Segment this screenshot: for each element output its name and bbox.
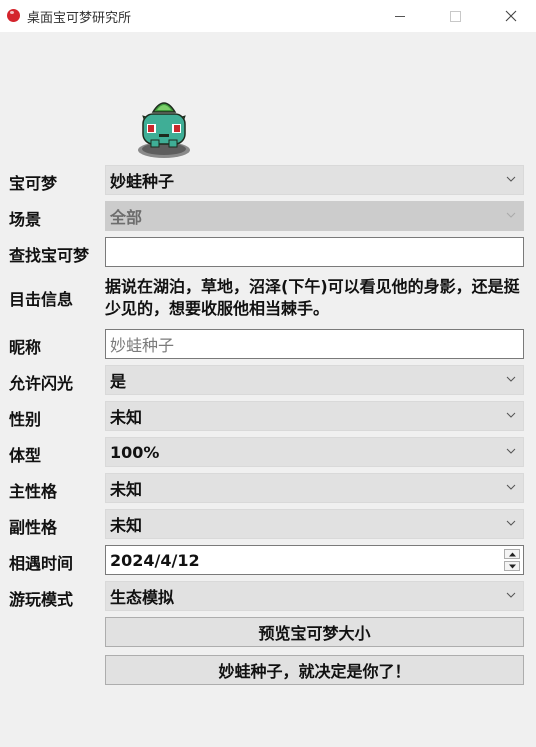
sighting-label: 目击信息 <box>9 290 74 309</box>
shiny-select-value: 是 <box>110 372 127 391</box>
window-title: 桌面宝可梦研究所 <box>27 11 132 26</box>
minimize-icon <box>395 15 405 17</box>
shiny-select[interactable]: 是 <box>105 365 524 395</box>
maximize-icon <box>449 10 461 22</box>
sighting-info-text: 据说在湖泊，草地，沼泽(下午)可以看见他的身影，还是挺少见的，想要收服他相当棘手… <box>105 277 520 318</box>
search-label: 查找宝可梦 <box>9 246 90 265</box>
nickname-label: 昵称 <box>9 338 42 357</box>
close-icon <box>505 10 517 22</box>
encounter-date-picker[interactable]: 2024/4/12 <box>105 545 524 575</box>
chevron-down-icon <box>506 412 516 418</box>
bulbasaur-sprite-icon <box>138 102 190 158</box>
pokemon-label: 宝可梦 <box>9 174 58 193</box>
sub-nature-select-value: 未知 <box>110 516 143 535</box>
scene-select-value: 全部 <box>110 208 143 227</box>
pokeball-icon <box>7 9 20 22</box>
sub-nature-label: 副性格 <box>9 518 58 537</box>
title-bar: 桌面宝可梦研究所 <box>0 0 536 32</box>
gender-select-value: 未知 <box>110 408 143 427</box>
preview-size-button[interactable]: 预览宝可梦大小 <box>105 617 524 647</box>
nickname-input-value: 妙蛙种子 <box>110 336 175 355</box>
scene-label: 场景 <box>9 210 42 229</box>
nickname-input[interactable]: 妙蛙种子 <box>105 329 524 359</box>
size-select-value: 100% <box>110 442 160 462</box>
encounter-date-value: 2024/4/12 <box>110 550 200 570</box>
spin-down-button[interactable] <box>504 561 520 571</box>
chevron-down-icon <box>506 212 516 218</box>
pokemon-select[interactable]: 妙蛙种子 <box>105 165 524 195</box>
minimize-button[interactable] <box>377 0 423 32</box>
date-spinner[interactable] <box>504 549 520 571</box>
sub-nature-select[interactable]: 未知 <box>105 509 524 539</box>
chevron-down-icon <box>506 176 516 182</box>
chevron-down-icon <box>506 520 516 526</box>
main-nature-label: 主性格 <box>9 482 58 501</box>
arrow-down-icon <box>508 564 516 568</box>
play-mode-label: 游玩模式 <box>9 590 74 609</box>
gender-select[interactable]: 未知 <box>105 401 524 431</box>
encounter-time-label: 相遇时间 <box>9 554 74 573</box>
chevron-down-icon <box>506 592 516 598</box>
play-mode-select-value: 生态模拟 <box>110 588 175 607</box>
main-nature-select-value: 未知 <box>110 480 143 499</box>
spin-up-button[interactable] <box>504 549 520 559</box>
chevron-down-icon <box>506 448 516 454</box>
choose-pokemon-button[interactable]: 妙蛙种子，就决定是你了！ <box>105 655 524 685</box>
arrow-up-icon <box>508 552 516 556</box>
close-button[interactable] <box>488 0 534 32</box>
chevron-down-icon <box>506 484 516 490</box>
main-nature-select[interactable]: 未知 <box>105 473 524 503</box>
play-mode-select[interactable]: 生态模拟 <box>105 581 524 611</box>
search-input[interactable] <box>105 237 524 267</box>
chevron-down-icon <box>506 376 516 382</box>
gender-label: 性别 <box>9 410 42 429</box>
maximize-button[interactable] <box>432 0 478 32</box>
scene-select: 全部 <box>105 201 524 231</box>
size-select[interactable]: 100% <box>105 437 524 467</box>
shiny-label: 允许闪光 <box>9 374 74 393</box>
pokemon-select-value: 妙蛙种子 <box>110 172 175 191</box>
size-label: 体型 <box>9 446 42 465</box>
